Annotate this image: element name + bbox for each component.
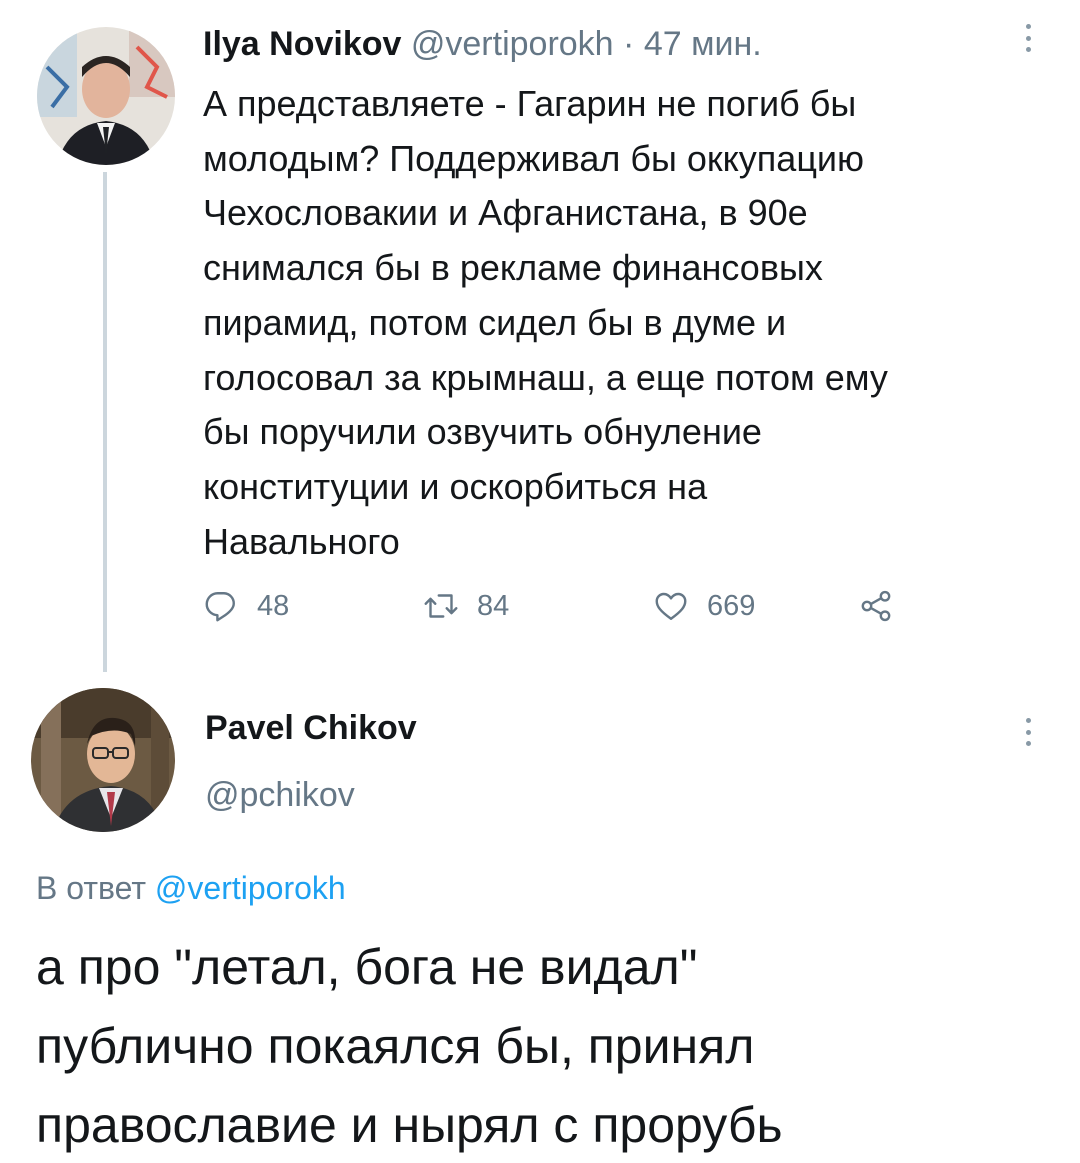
like-count: 669: [707, 589, 756, 622]
like-button[interactable]: 669: [653, 584, 755, 628]
reply-button[interactable]: 48: [203, 584, 289, 628]
author-handle[interactable]: @pchikov: [205, 776, 355, 815]
more-icon[interactable]: [1018, 18, 1038, 58]
more-icon[interactable]: [1018, 712, 1038, 752]
like-icon: [655, 592, 687, 620]
avatar-pavel-chikov[interactable]: [31, 688, 175, 832]
thread-connector-line: [103, 172, 107, 672]
tweet1-header: Ilya Novikov @vertiporokh · 47 мин.: [203, 24, 762, 64]
reply-count: 48: [257, 589, 290, 622]
tweet1-text: А представляете - Гагарин не погиб бы мо…: [203, 83, 888, 562]
share-icon: [861, 590, 891, 622]
author-name[interactable]: Ilya Novikov: [203, 25, 401, 63]
author-handle[interactable]: @vertiporokh: [411, 25, 614, 63]
retweet-count: 84: [477, 589, 510, 622]
reply-handle-link[interactable]: @vertiporokh: [155, 870, 346, 906]
separator-dot: ·: [623, 25, 635, 63]
tweet1-actions: 48 84 669: [203, 584, 923, 628]
reply-context: В ответ @vertiporokh: [36, 870, 346, 907]
share-button[interactable]: [858, 584, 894, 628]
retweet-button[interactable]: 84: [423, 584, 509, 628]
avatar-image: [31, 688, 175, 832]
tweet2-text: а про "летал, бога не видал" публично по…: [36, 939, 783, 1153]
tweet-time[interactable]: 47 мин.: [644, 25, 762, 63]
retweet-icon: [424, 594, 458, 618]
reply-prefix: В ответ: [36, 870, 147, 906]
reply-icon: [205, 592, 235, 622]
author-name[interactable]: Pavel Chikov: [205, 709, 417, 748]
avatar-ilya-novikov[interactable]: [37, 27, 175, 165]
avatar-image: [37, 27, 175, 165]
